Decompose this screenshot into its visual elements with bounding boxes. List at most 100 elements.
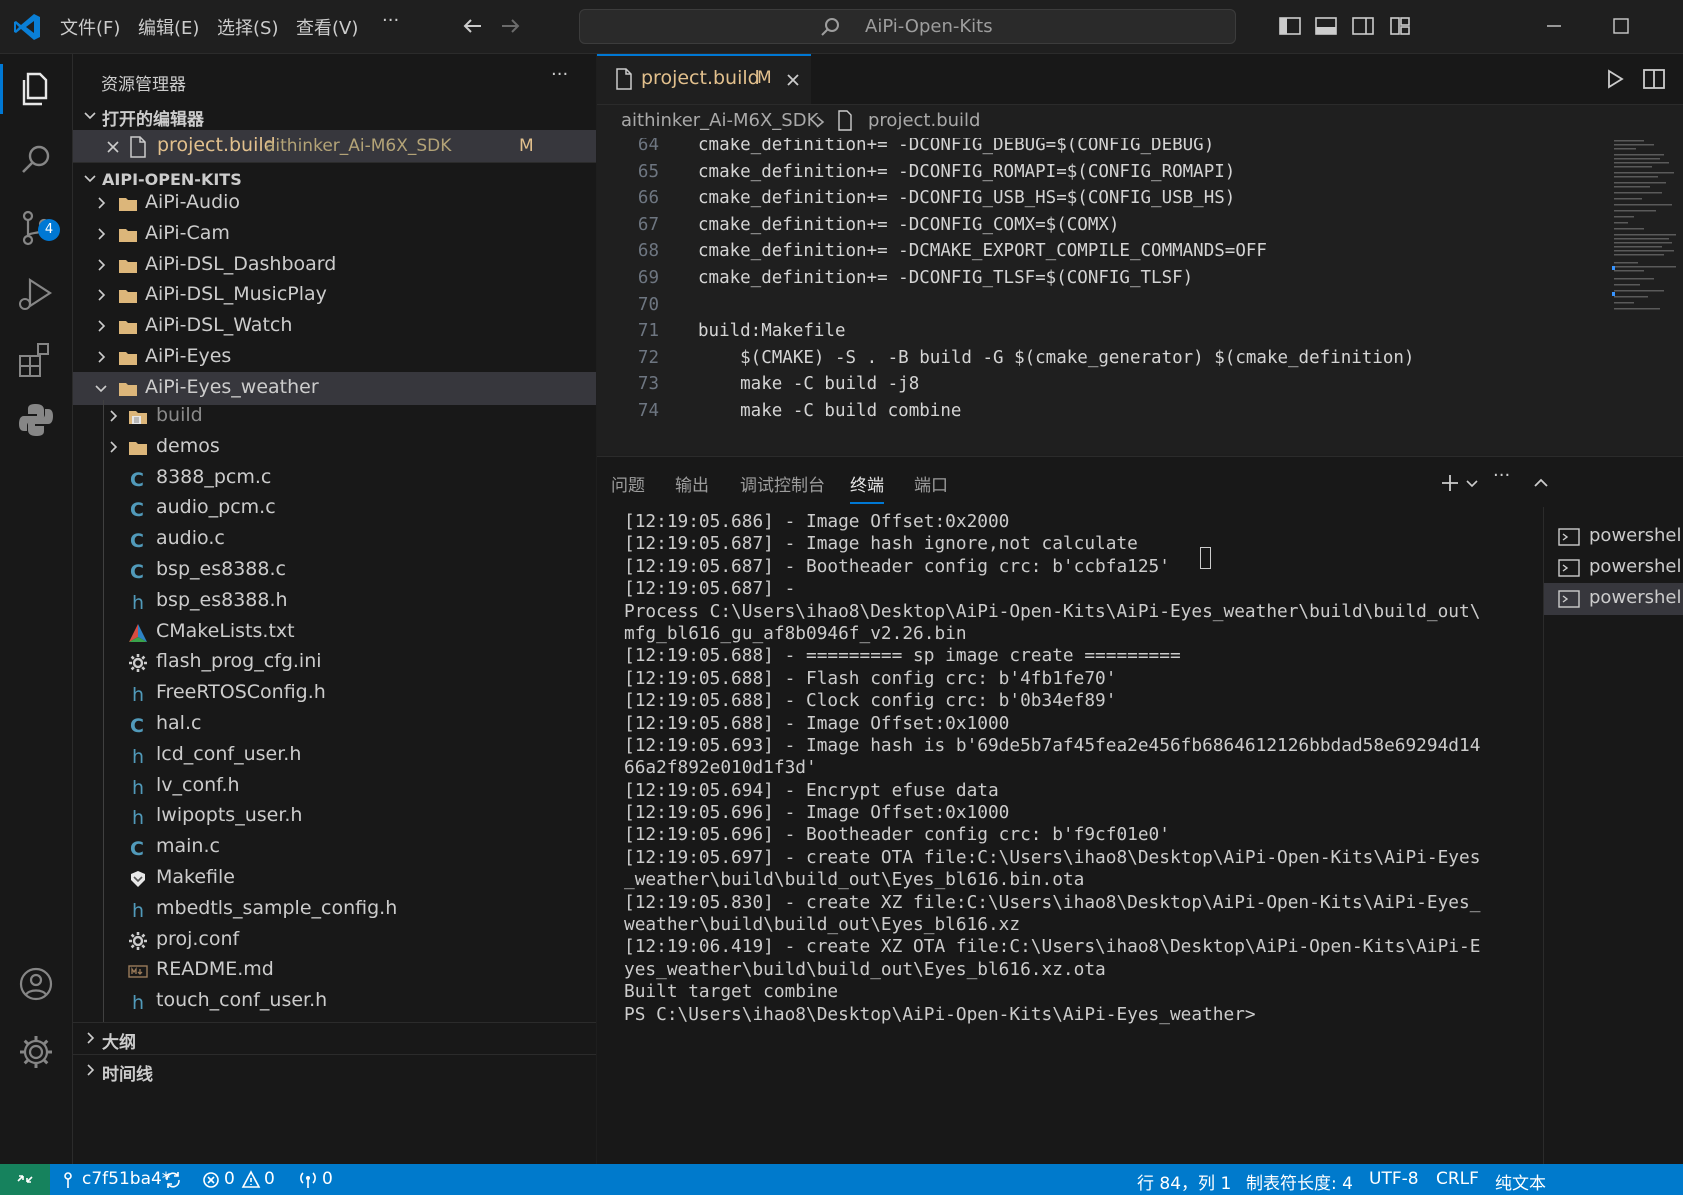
explorer-icon[interactable] bbox=[14, 66, 58, 110]
folder-item[interactable]: build bbox=[73, 400, 596, 433]
terminal-output[interactable]: [12:19:05.686] - Image Offset:0x2000 [12:… bbox=[624, 511, 1683, 1026]
tab-size[interactable]: 制表符长度: 4 bbox=[1246, 1169, 1353, 1194]
toggle-secondary-sidebar-icon[interactable] bbox=[1349, 12, 1377, 40]
open-editor-item[interactable]: project.build aithinker_Ai-M6X_SDK M bbox=[73, 130, 596, 163]
svg-text:C: C bbox=[130, 530, 144, 550]
chevron-up-icon[interactable] bbox=[1532, 474, 1550, 492]
tab-close-icon[interactable] bbox=[785, 72, 801, 88]
folder-icon bbox=[119, 259, 137, 273]
run-icon[interactable] bbox=[1603, 67, 1627, 91]
file-item[interactable]: Cbsp_es8388.c bbox=[73, 554, 596, 587]
timeline-title: 时间线 bbox=[102, 1065, 153, 1085]
command-center-search[interactable]: AiPi-Open-Kits bbox=[579, 9, 1236, 44]
panel-tab[interactable]: 问题 bbox=[611, 471, 645, 496]
menu-file[interactable]: 文件(F) bbox=[60, 14, 120, 40]
vscode-logo-icon[interactable] bbox=[12, 12, 42, 42]
file-item[interactable]: C 8388_pcm.c bbox=[73, 462, 596, 495]
chevron-right-icon bbox=[98, 228, 106, 240]
file-item[interactable]: Makefile bbox=[73, 862, 596, 895]
editor-tab-bar: project.build M bbox=[597, 54, 1683, 105]
menu-selection[interactable]: 选择(S) bbox=[217, 14, 278, 40]
extensions-icon[interactable] bbox=[14, 338, 58, 382]
toggle-primary-sidebar-icon[interactable] bbox=[1276, 12, 1304, 40]
menu-edit[interactable]: 编辑(E) bbox=[138, 14, 199, 40]
file-item[interactable]: CMakeLists.txt bbox=[73, 616, 596, 649]
h-file-icon: h bbox=[128, 992, 148, 1014]
breadcrumb-folder[interactable]: aithinker_Ai-M6X_SDK bbox=[621, 110, 818, 131]
folder-item[interactable]: AiPi-Audio bbox=[73, 187, 596, 220]
outline-section[interactable]: 大纲 bbox=[73, 1022, 596, 1055]
folder-item[interactable]: AiPi-DSL_Dashboard bbox=[73, 249, 596, 282]
breadcrumb-file[interactable]: project.build bbox=[868, 110, 980, 131]
file-item[interactable]: h touch_conf_user.h bbox=[73, 985, 596, 1018]
line-text: make -C build combine bbox=[698, 401, 962, 421]
split-editor-icon[interactable] bbox=[1641, 66, 1667, 92]
tab-project-build[interactable]: project.build M bbox=[597, 54, 811, 104]
panel-tab[interactable]: 输出 bbox=[675, 471, 709, 496]
panel-tab[interactable]: 终端 bbox=[850, 471, 884, 504]
file-item[interactable]: Caudio_pcm.c bbox=[73, 492, 596, 525]
file-item[interactable]: Chal.c bbox=[73, 708, 596, 741]
customize-layout-icon[interactable] bbox=[1386, 12, 1414, 40]
ports-count[interactable]: 0 bbox=[322, 1169, 333, 1189]
file-item[interactable]: flash_prog_cfg.ini bbox=[73, 646, 596, 679]
terminal-list-item[interactable]: powershell bbox=[1544, 521, 1683, 553]
open-editors-section[interactable]: 打开的编辑器 bbox=[73, 100, 596, 132]
file-item[interactable]: h lv_conf.h bbox=[73, 770, 596, 803]
file-item[interactable]: Cmain.c bbox=[73, 831, 596, 864]
file-item[interactable]: h lcd_conf_user.h bbox=[73, 739, 596, 772]
timeline-section[interactable]: 时间线 bbox=[73, 1054, 596, 1087]
code-editor[interactable]: 64 cmake_definition+= -DCONFIG_DEBUG=$(CO… bbox=[597, 138, 1683, 454]
terminal-line: [12:19:05.688] - Flash config crc: b'4fb… bbox=[624, 667, 1117, 689]
file-item[interactable]: README.md bbox=[73, 954, 596, 987]
file-item[interactable]: proj.conf bbox=[73, 924, 596, 957]
minimap[interactable] bbox=[1612, 138, 1683, 338]
sync-icon[interactable] bbox=[163, 1170, 183, 1190]
remote-indicator[interactable] bbox=[0, 1164, 50, 1195]
file-item[interactable]: h mbedtls_sample_config.h bbox=[73, 893, 596, 926]
maximize-window-icon[interactable] bbox=[1607, 12, 1635, 40]
account-icon[interactable] bbox=[14, 962, 58, 1006]
settings-gear-icon[interactable] bbox=[14, 1030, 58, 1074]
menu-more-button[interactable]: ··· bbox=[382, 10, 399, 31]
explorer-more-button[interactable]: ··· bbox=[551, 64, 568, 85]
folder-item[interactable]: AiPi-Eyes bbox=[73, 341, 596, 374]
folder-item[interactable]: demos bbox=[73, 431, 596, 464]
file-item[interactable]: Caudio.c bbox=[73, 523, 596, 556]
warning-count[interactable]: 0 bbox=[264, 1169, 275, 1189]
back-arrow-icon[interactable] bbox=[459, 12, 487, 40]
cursor-position[interactable]: 行 84，列 1 bbox=[1137, 1169, 1231, 1194]
run-debug-icon[interactable] bbox=[14, 272, 58, 316]
file-item[interactable]: h bsp_es8388.h bbox=[73, 585, 596, 618]
error-count[interactable]: 0 bbox=[224, 1169, 235, 1189]
folder-item[interactable]: AiPi-Cam bbox=[73, 218, 596, 251]
panel-tab[interactable]: 调试控制台 bbox=[740, 471, 825, 496]
python-icon[interactable] bbox=[14, 398, 58, 442]
svg-text:h: h bbox=[132, 807, 144, 827]
end-of-line[interactable]: CRLF bbox=[1436, 1169, 1479, 1189]
toggle-panel-icon[interactable] bbox=[1312, 12, 1340, 40]
chevron-down-icon[interactable] bbox=[1465, 477, 1479, 491]
search-view-icon[interactable] bbox=[14, 138, 58, 182]
terminal-list-item[interactable]: powershell bbox=[1544, 583, 1683, 615]
terminal-list-item[interactable]: powershell bbox=[1544, 552, 1683, 584]
file-item[interactable]: h FreeRTOSConfig.h bbox=[73, 677, 596, 710]
encoding[interactable]: UTF-8 bbox=[1369, 1169, 1419, 1189]
forward-arrow-icon[interactable] bbox=[496, 12, 524, 40]
panel-more-button[interactable]: ··· bbox=[1493, 465, 1510, 486]
minimize-window-icon[interactable] bbox=[1540, 12, 1568, 40]
panel-tab[interactable]: 端口 bbox=[914, 471, 948, 496]
terminal-line: _weather\build\build_out\Eyes_bl616.bin.… bbox=[624, 869, 1085, 891]
file-name: lv_conf.h bbox=[156, 773, 240, 796]
line-text: cmake_definition+= -DCONFIG_COMX=$(COMX) bbox=[698, 214, 1120, 235]
folder-item[interactable]: AiPi-DSL_MusicPlay bbox=[73, 279, 596, 312]
gear-icon bbox=[128, 653, 148, 673]
close-icon[interactable] bbox=[105, 139, 121, 155]
new-terminal-plus-icon[interactable] bbox=[1439, 472, 1461, 494]
language-mode[interactable]: 纯文本 bbox=[1495, 1169, 1546, 1194]
menu-view[interactable]: 查看(V) bbox=[296, 14, 358, 40]
c-file-icon: C bbox=[128, 499, 148, 521]
git-branch-label[interactable]: c7f51ba4* bbox=[82, 1169, 170, 1189]
folder-item[interactable]: AiPi-DSL_Watch bbox=[73, 310, 596, 343]
file-item[interactable]: h lwipopts_user.h bbox=[73, 800, 596, 833]
